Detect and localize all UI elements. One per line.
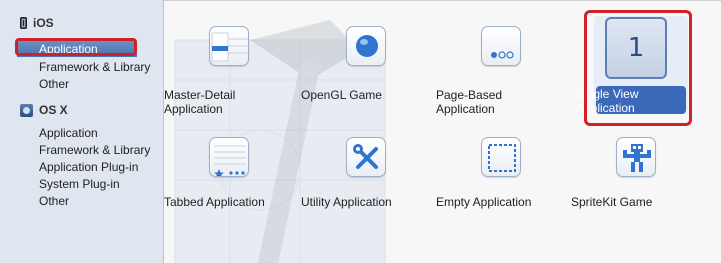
empty-application-label[interactable]: Empty Application — [436, 195, 566, 209]
tabbed-application-label[interactable]: Tabbed Application — [164, 195, 294, 209]
opengl-game-label-line1: OpenGL Game — [301, 88, 382, 102]
spritekit-icon[interactable] — [616, 137, 656, 177]
sidebar-item-ios-application[interactable]: Application — [17, 41, 137, 57]
utility-application-label[interactable]: Utility Application — [301, 195, 431, 209]
single-view-label[interactable]: Single View Application — [576, 87, 706, 115]
sidebar-item-ios-other[interactable]: Other — [39, 76, 69, 92]
utility-icon[interactable] — [346, 137, 386, 177]
single-view-icon[interactable]: 1 — [605, 17, 667, 79]
osx-finder-icon — [20, 103, 33, 117]
ios-section-header: iOS — [20, 14, 54, 32]
spritekit-game-label-line1: SpriteKit Game — [571, 195, 653, 209]
single-view-icon-number: 1 — [627, 33, 645, 63]
template-grid: Master-Detail Application OpenGL Game Pa… — [164, 0, 721, 263]
single-view-label-line2: Application — [576, 101, 635, 115]
sidebar-item-ios-framework-library[interactable]: Framework & Library — [39, 59, 150, 75]
top-divider — [164, 0, 721, 1]
spritekit-game-label[interactable]: SpriteKit Game — [571, 195, 701, 209]
sidebar-item-osx-system-plugin[interactable]: System Plug-in — [39, 176, 120, 192]
page-based-label-line1: Page-Based — [436, 88, 503, 102]
iphone-icon — [20, 17, 27, 29]
sidebar-item-osx-other[interactable]: Other — [39, 193, 69, 209]
master-detail-label-line2: Application — [164, 102, 223, 116]
master-detail-label-line1: Master-Detail — [164, 88, 236, 102]
single-view-label-line1: Single View — [576, 87, 639, 101]
utility-application-label-line1: Utility Application — [301, 195, 392, 209]
osx-section-header: OS X — [20, 101, 68, 119]
empty-application-label-line1: Empty Application — [436, 195, 532, 209]
page-based-label[interactable]: Page-Based Application — [436, 88, 566, 116]
page-based-label-line2: Application — [436, 102, 495, 116]
sidebar-item-osx-framework-library[interactable]: Framework & Library — [39, 142, 150, 158]
master-detail-label[interactable]: Master-Detail Application — [164, 88, 294, 116]
empty-icon[interactable] — [481, 137, 521, 177]
tabbed-application-label-line1: Tabbed Application — [164, 195, 265, 209]
template-sidebar: iOS Application Framework & Library Othe… — [0, 0, 164, 263]
opengl-game-icon[interactable] — [346, 26, 386, 66]
sidebar-item-osx-application-plugin[interactable]: Application Plug-in — [39, 159, 138, 175]
page-based-icon[interactable] — [481, 26, 521, 66]
osx-section-title: OS X — [39, 103, 68, 117]
opengl-game-label[interactable]: OpenGL Game — [301, 88, 431, 102]
tabbed-icon[interactable] — [209, 137, 249, 177]
sidebar-item-osx-application[interactable]: Application — [39, 125, 98, 141]
master-detail-icon[interactable] — [209, 26, 249, 66]
ios-section-title: iOS — [33, 16, 54, 30]
